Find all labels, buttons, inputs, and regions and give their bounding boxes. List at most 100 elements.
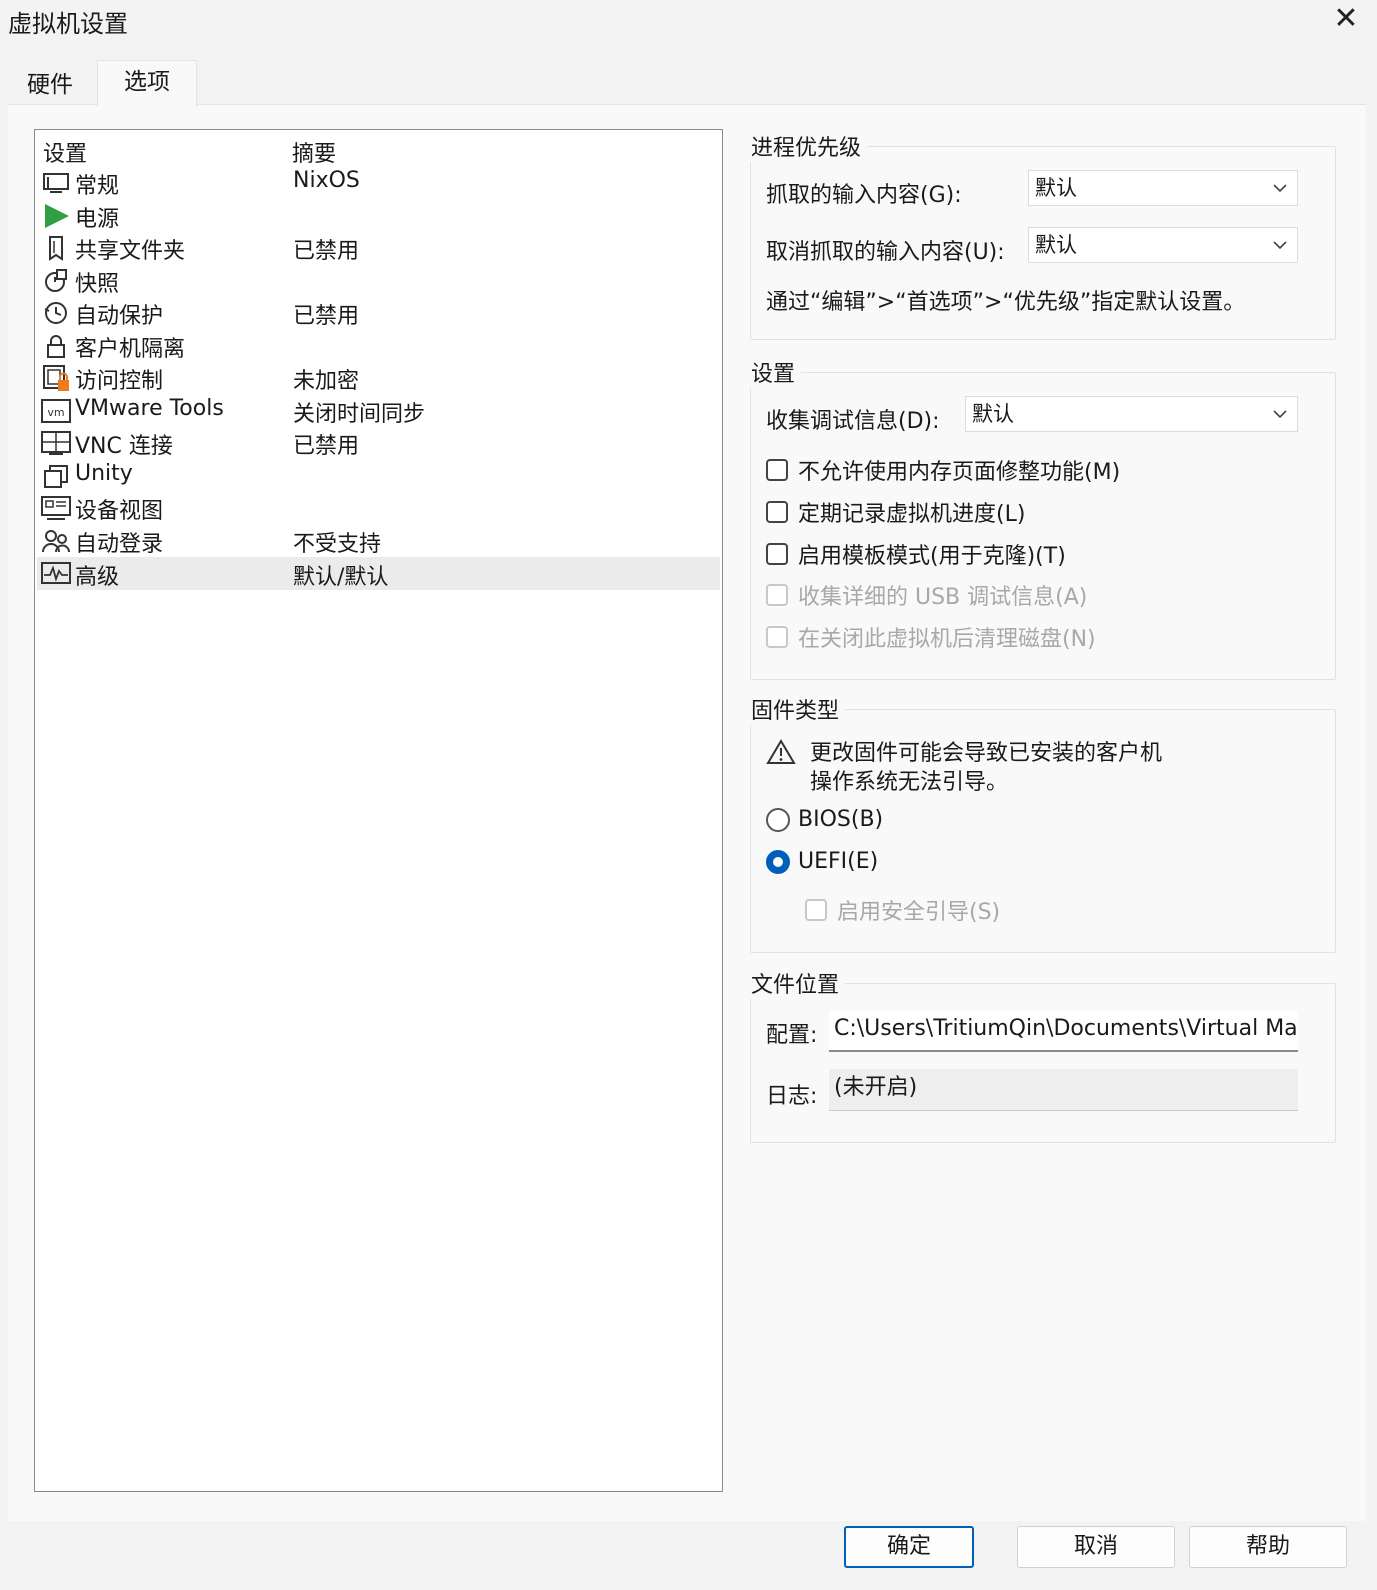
close-icon[interactable]: ✕ <box>1325 0 1367 40</box>
checkbox-box[interactable] <box>766 501 788 523</box>
grabbed-input-select[interactable]: 默认 <box>1028 170 1298 206</box>
list-item-label: 电源 <box>75 207 120 232</box>
ok-button[interactable]: 确定 <box>844 1526 974 1568</box>
list-item-snapshots[interactable]: 快照 <box>37 264 720 297</box>
checkbox-box[interactable] <box>766 543 788 565</box>
window-title: 虚拟机设置 <box>8 10 128 38</box>
tab-hardware[interactable]: 硬件 <box>10 64 90 106</box>
list-item-autologin[interactable]: 自动登录 不受支持 <box>37 524 720 557</box>
warning-icon <box>766 738 796 768</box>
list-item-label: 共享文件夹 <box>75 239 186 264</box>
list-item-power[interactable]: 电源 <box>37 199 720 232</box>
checkbox-label: 不允许使用内存页面修整功能(M) <box>798 460 1121 485</box>
log-path-field[interactable]: (未开启) <box>829 1069 1298 1111</box>
group-title: 设置 <box>751 362 796 387</box>
list-item-summary: NixOS <box>293 168 360 193</box>
tab-options[interactable]: 选项 <box>97 60 197 107</box>
group-title: 固件类型 <box>751 699 840 724</box>
list-item-summary: 默认/默认 <box>293 565 389 590</box>
group-title: 文件位置 <box>751 973 840 998</box>
settings-list[interactable]: 设置 摘要 常规 NixOS 电源 共享文件夹 已禁用 快照 自动保护 已禁用 … <box>34 129 723 1492</box>
checkbox-label: 启用模板模式(用于克隆)(T) <box>798 544 1066 569</box>
list-item-label: 常规 <box>75 174 120 199</box>
list-item-advanced[interactable]: 高级 默认/默认 <box>37 557 720 590</box>
power-play-icon <box>41 202 71 229</box>
list-item-summary: 未加密 <box>293 369 360 394</box>
firmware-warning-line1: 更改固件可能会导致已安装的客户机 <box>810 741 1163 766</box>
list-item-isolation[interactable]: 客户机隔离 <box>37 329 720 362</box>
column-header-summary[interactable]: 摘要 <box>292 136 336 168</box>
list-item-label: Unity <box>75 461 133 486</box>
list-item-vmware-tools[interactable]: vm VMware Tools 关闭时间同步 <box>37 394 720 427</box>
svg-text:vm: vm <box>47 406 64 419</box>
secure-boot-checkbox: 启用安全引导(S) <box>805 894 1000 926</box>
radio-circle-selected[interactable] <box>766 849 790 874</box>
list-item-autoprotect[interactable]: 自动保护 已禁用 <box>37 296 720 329</box>
access-control-icon <box>41 364 71 391</box>
advanced-pulse-icon <box>41 560 71 587</box>
list-item-label: 自动登录 <box>75 532 164 557</box>
device-view-icon <box>41 494 71 521</box>
list-item-vnc[interactable]: VNC 连接 已禁用 <box>37 426 720 459</box>
uefi-radio[interactable]: UEFI(E) <box>766 849 878 874</box>
bios-radio[interactable]: BIOS(B) <box>766 807 883 832</box>
vm-icon: vm <box>41 397 71 424</box>
title-bar: 虚拟机设置 ✕ <box>0 0 1377 44</box>
select-value: 默认 <box>1035 233 1077 257</box>
chevron-down-icon <box>1273 397 1287 443</box>
log-label: 日志: <box>766 1084 818 1109</box>
cancel-button[interactable]: 取消 <box>1017 1526 1175 1568</box>
shared-folder-icon <box>41 234 71 261</box>
list-item-label: 访问控制 <box>75 369 164 394</box>
file-location-group: 文件位置 <box>750 967 1336 1143</box>
group-title: 进程优先级 <box>751 136 862 161</box>
list-item-summary: 不受支持 <box>293 532 382 557</box>
config-label: 配置: <box>766 1023 818 1048</box>
checkbox-label: 在关闭此虚拟机后清理磁盘(N) <box>798 627 1096 652</box>
checkbox-box <box>766 584 788 606</box>
list-item-label: VMware Tools <box>75 396 224 421</box>
checkbox-box[interactable] <box>766 459 788 481</box>
select-value: 默认 <box>1035 176 1077 200</box>
checkbox-label: 收集详细的 USB 调试信息(A) <box>798 585 1088 610</box>
list-item-summary: 已禁用 <box>293 304 360 329</box>
list-item-label: VNC 连接 <box>75 434 173 459</box>
select-value: 默认 <box>972 402 1014 426</box>
list-item-label: 快照 <box>75 272 120 297</box>
usb-debug-checkbox: 收集详细的 USB 调试信息(A) <box>766 579 1087 611</box>
config-path-field[interactable]: C:\Users\TritiumQin\Documents\Virtual Ma… <box>829 1010 1298 1052</box>
ungrabbed-input-select[interactable]: 默认 <box>1028 227 1298 263</box>
list-item-device-view[interactable]: 设备视图 <box>37 491 720 524</box>
clean-disk-checkbox: 在关闭此虚拟机后清理磁盘(N) <box>766 621 1096 653</box>
debug-info-label: 收集调试信息(D): <box>766 409 940 434</box>
radio-label: BIOS(B) <box>798 807 884 832</box>
list-item-summary: 已禁用 <box>293 434 360 459</box>
list-item-shared-folders[interactable]: 共享文件夹 已禁用 <box>37 231 720 264</box>
monitor-icon <box>41 169 71 196</box>
memory-trim-checkbox[interactable]: 不允许使用内存页面修整功能(M) <box>766 454 1120 486</box>
list-item-general[interactable]: 常规 NixOS <box>37 166 720 199</box>
list-item-access-control[interactable]: 访问控制 未加密 <box>37 361 720 394</box>
checkbox-box <box>766 626 788 648</box>
log-progress-checkbox[interactable]: 定期记录虚拟机进度(L) <box>766 496 1025 528</box>
radio-circle[interactable] <box>766 807 790 832</box>
list-item-summary: 已禁用 <box>293 239 360 264</box>
users-icon <box>41 527 71 554</box>
vnc-icon <box>41 429 71 456</box>
checkbox-box <box>805 899 827 921</box>
list-item-unity[interactable]: Unity <box>37 459 720 492</box>
chevron-down-icon <box>1273 171 1287 217</box>
ungrabbed-input-label: 取消抓取的输入内容(U): <box>766 240 1005 265</box>
column-header-setting[interactable]: 设置 <box>43 136 87 168</box>
list-item-summary: 关闭时间同步 <box>293 402 426 427</box>
template-mode-checkbox[interactable]: 启用模板模式(用于克隆)(T) <box>766 538 1066 570</box>
checkbox-label: 启用安全引导(S) <box>837 900 1001 925</box>
list-item-label: 客户机隔离 <box>75 337 186 362</box>
grabbed-input-label: 抓取的输入内容(G): <box>766 183 962 208</box>
debug-info-select[interactable]: 默认 <box>965 396 1298 432</box>
clock-icon <box>41 299 71 326</box>
list-item-label: 设备视图 <box>75 499 164 524</box>
help-button[interactable]: 帮助 <box>1189 1526 1347 1568</box>
list-item-label: 自动保护 <box>75 304 164 329</box>
radio-label: UEFI(E) <box>798 849 879 874</box>
